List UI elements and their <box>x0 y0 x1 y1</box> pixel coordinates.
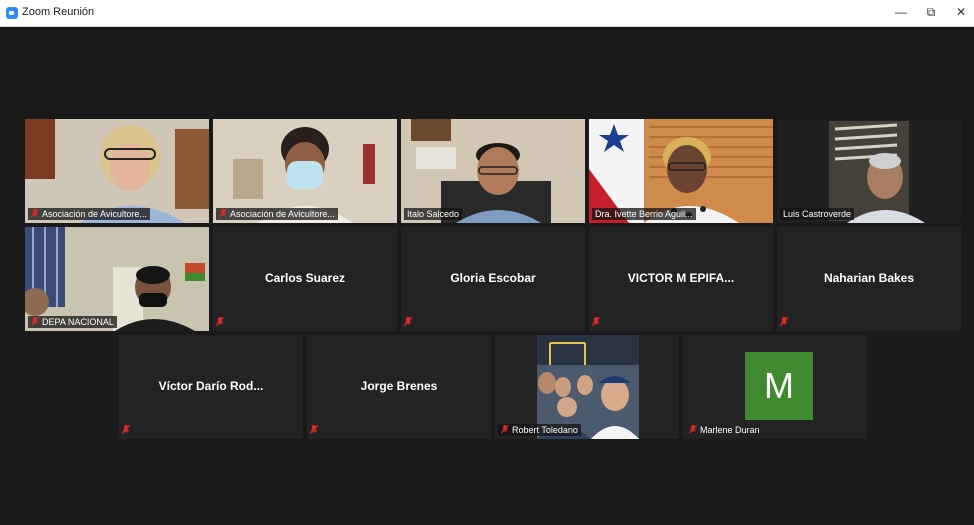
participant-name: Marlene Duran <box>700 425 760 435</box>
participant-tile[interactable]: Dra. Ivette Berrio Aguil... <box>589 119 773 223</box>
participant-name-label: Dra. Ivette Berrio Aguil... <box>592 208 696 220</box>
participant-tile[interactable]: VICTOR M EPIFA... <box>589 227 773 331</box>
participant-tile[interactable]: Asociación de Avicultore... <box>213 119 397 223</box>
close-button[interactable]: ✕ <box>950 3 972 21</box>
muted-mic-icon <box>689 425 697 434</box>
participant-name: Gloria Escobar <box>450 271 536 285</box>
title-bar: Zoom Reunión — ⧉ ✕ <box>0 0 974 27</box>
participant-tile[interactable]: Italo Salcedo <box>401 119 585 223</box>
muted-mic-icon <box>404 317 412 327</box>
muted-mic-icon <box>122 425 130 435</box>
participant-name: Carlos Suarez <box>264 271 346 285</box>
participant-tile[interactable]: M Marlene Duran <box>683 335 867 439</box>
participant-name-label: Italo Salcedo <box>404 208 463 220</box>
minimize-button[interactable]: — <box>890 3 912 21</box>
participant-tile[interactable]: Carlos Suarez <box>213 227 397 331</box>
participant-name: Luis Castroverde <box>783 209 852 219</box>
participant-name: Jorge Brenes <box>360 379 438 393</box>
participant-tile[interactable]: DEPA NACIONAL <box>25 227 209 331</box>
participant-tile[interactable]: Naharian Bakes <box>777 227 961 331</box>
zoom-logo-icon <box>6 7 18 19</box>
gallery-view: Asociación de Avicultore... Asociación d… <box>0 27 974 525</box>
window-title: Zoom Reunión <box>22 6 95 18</box>
participant-name: VICTOR M EPIFA... <box>627 271 735 285</box>
maximize-button[interactable]: ⧉ <box>920 3 942 21</box>
participant-name: DEPA NACIONAL <box>42 317 114 327</box>
participant-name-label: Robert Toledano <box>498 424 581 436</box>
participant-tile[interactable]: Asociación de Avicultore... <box>25 119 209 223</box>
participant-name: Asociación de Avicultore... <box>42 209 147 219</box>
participant-name-label: Asociación de Avicultore... <box>216 208 338 220</box>
participant-tile[interactable]: Jorge Brenes <box>307 335 491 439</box>
participant-name-label: DEPA NACIONAL <box>28 316 117 328</box>
participant-tile[interactable]: Víctor Darío Rod... <box>119 335 303 439</box>
muted-mic-icon <box>592 317 600 327</box>
participant-name-label: Marlene Duran <box>686 424 763 436</box>
muted-mic-icon <box>310 425 318 435</box>
participant-name: Asociación de Avicultore... <box>230 209 335 219</box>
participant-tile-active-speaker[interactable]: Luis Castroverde <box>777 119 961 223</box>
participant-name-label: Luis Castroverde <box>780 208 855 220</box>
participant-name: Italo Salcedo <box>407 209 460 219</box>
muted-mic-icon <box>31 209 39 218</box>
muted-mic-icon <box>216 317 224 327</box>
muted-mic-icon <box>219 209 227 218</box>
participant-name: Robert Toledano <box>512 425 578 435</box>
participant-tile[interactable]: Robert Toledano <box>495 335 679 439</box>
muted-mic-icon <box>31 317 39 326</box>
participant-name: Naharian Bakes <box>823 271 915 285</box>
participant-tile[interactable]: Gloria Escobar <box>401 227 585 331</box>
muted-mic-icon <box>501 425 509 434</box>
avatar: M <box>745 352 813 420</box>
participant-name: Dra. Ivette Berrio Aguil... <box>595 209 693 219</box>
participant-name-label: Asociación de Avicultore... <box>28 208 150 220</box>
participant-name: Víctor Darío Rod... <box>158 379 264 393</box>
muted-mic-icon <box>780 317 788 327</box>
